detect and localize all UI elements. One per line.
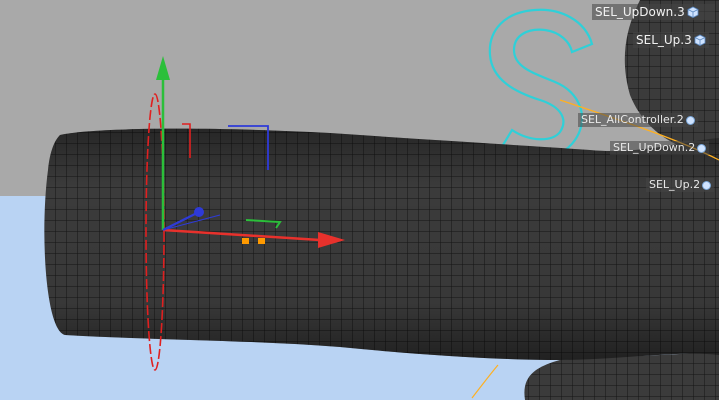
null-object-icon: [685, 115, 695, 125]
z-axis-handle[interactable]: [194, 207, 204, 217]
label-text: SEL_Up.3: [636, 33, 692, 47]
object-label-sel-updown-2[interactable]: SEL_UpDown.2: [610, 141, 710, 155]
object-label-sel-all-controller-2[interactable]: SEL_AllController.2: [578, 113, 698, 127]
label-text: SEL_Up.2: [649, 178, 701, 191]
object-label-sel-up-3[interactable]: SEL_Up.3: [633, 32, 709, 48]
cube-icon: [687, 6, 699, 18]
point-handle-1[interactable]: [242, 238, 249, 244]
object-label-sel-up-2[interactable]: SEL_Up.2: [646, 178, 715, 192]
3d-viewport[interactable]: [0, 0, 719, 400]
object-label-sel-updown-3[interactable]: SEL_UpDown.3: [592, 4, 715, 20]
label-text: SEL_UpDown.3: [595, 5, 685, 19]
cube-icon: [694, 34, 706, 46]
point-handle-2[interactable]: [258, 238, 265, 244]
label-text: SEL_UpDown.2: [613, 141, 696, 154]
null-object-icon: [702, 180, 712, 190]
label-text: SEL_AllController.2: [581, 113, 684, 126]
null-object-icon: [697, 143, 707, 153]
